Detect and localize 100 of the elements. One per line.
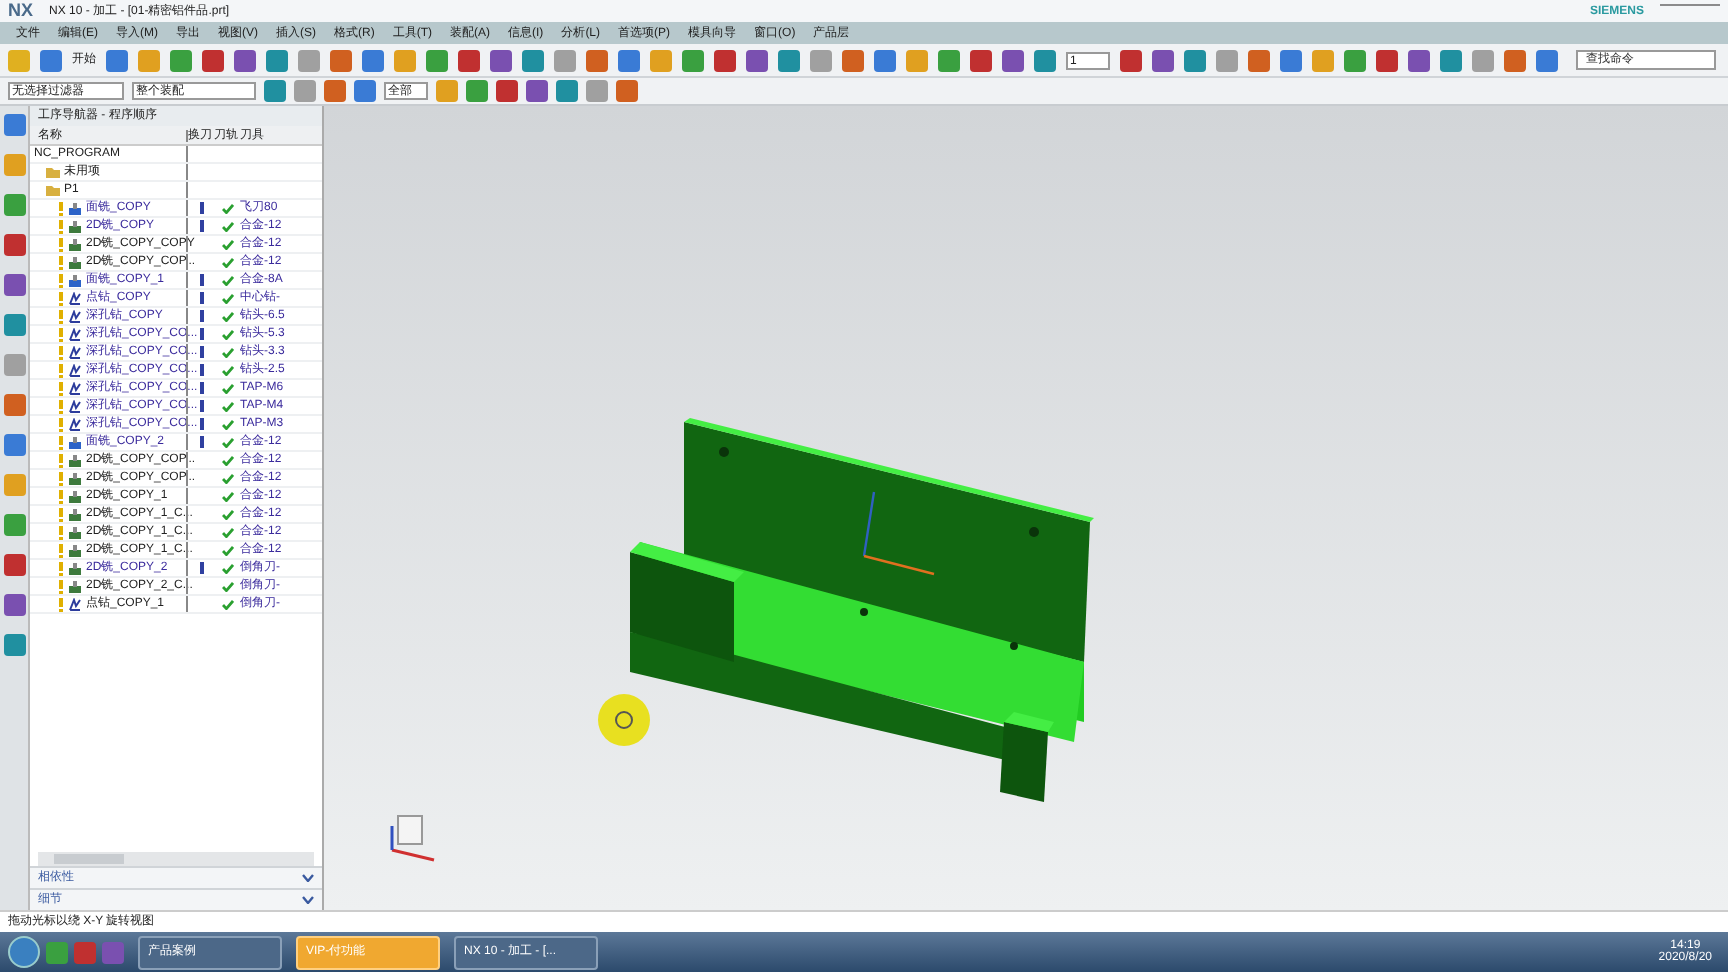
tool-icon[interactable] <box>1280 49 1302 71</box>
tool-icon[interactable] <box>714 49 736 71</box>
tool-icon[interactable] <box>106 49 128 71</box>
tool-change-marker <box>199 346 203 358</box>
tool-icon[interactable] <box>1344 49 1366 71</box>
drill-operation-icon <box>68 399 82 413</box>
planar-mill-icon <box>68 453 82 467</box>
tool-icon[interactable] <box>1440 49 1462 71</box>
tool-icon[interactable] <box>526 80 548 102</box>
planar-mill-icon <box>68 219 82 233</box>
tool-change-marker <box>199 202 203 214</box>
drill-operation-icon <box>68 363 82 377</box>
tool-change-marker <box>199 562 203 574</box>
tool-icon[interactable] <box>1216 49 1238 71</box>
tool-icon[interactable] <box>1184 49 1206 71</box>
tool-icon[interactable] <box>3 594 25 616</box>
tool-icon[interactable] <box>616 80 638 102</box>
drill-operation-icon <box>68 327 82 341</box>
tool-icon[interactable] <box>3 114 25 136</box>
axis-triad-icon <box>390 815 435 862</box>
tool-icon[interactable] <box>3 394 25 416</box>
graphics-viewport[interactable] <box>324 106 1728 910</box>
tool-icon[interactable] <box>586 49 608 71</box>
tool-icon[interactable] <box>938 49 960 71</box>
tool-icon[interactable] <box>330 49 352 71</box>
nx-logo: NX <box>8 2 34 20</box>
tool-icon[interactable] <box>3 194 25 216</box>
drill-operation-icon <box>68 381 82 395</box>
warning-icon <box>58 201 64 215</box>
tool-icon[interactable] <box>1034 49 1056 71</box>
tool-icon[interactable] <box>1504 49 1526 71</box>
warning-icon <box>58 327 64 341</box>
warning-icon <box>58 219 64 233</box>
tool-icon[interactable] <box>458 49 480 71</box>
tool-icon[interactable] <box>1120 49 1142 71</box>
warning-icon <box>58 255 64 269</box>
warning-icon <box>58 291 64 305</box>
planar-mill-icon <box>68 507 82 521</box>
tool-icon[interactable] <box>554 49 576 71</box>
tool-icon[interactable] <box>3 634 25 656</box>
planar-mill-icon <box>68 471 82 485</box>
tool-icon[interactable] <box>170 49 192 71</box>
tool-icon[interactable] <box>3 434 25 456</box>
tool-icon[interactable] <box>264 80 286 102</box>
tool-icon[interactable] <box>810 49 832 71</box>
tool-icon[interactable] <box>40 49 62 71</box>
tool-icon[interactable] <box>1472 49 1494 71</box>
planar-mill-icon <box>68 489 82 503</box>
tool-icon[interactable] <box>522 49 544 71</box>
tool-icon[interactable] <box>362 49 384 71</box>
tool-change-marker <box>199 274 203 286</box>
warning-icon <box>58 561 64 575</box>
tool-icon[interactable] <box>3 234 25 256</box>
tool-icon[interactable] <box>3 514 25 536</box>
tool-icon[interactable] <box>970 49 992 71</box>
tool-icon[interactable] <box>746 49 768 71</box>
tool-icon[interactable] <box>354 80 376 102</box>
warning-icon <box>58 525 64 539</box>
tool-icon[interactable] <box>466 80 488 102</box>
warning-icon <box>58 453 64 467</box>
tool-icon[interactable] <box>324 80 346 102</box>
start-orb-icon[interactable] <box>8 936 40 968</box>
warning-icon <box>58 273 64 287</box>
tool-icon[interactable] <box>496 80 518 102</box>
tool-icon[interactable] <box>1408 49 1430 71</box>
tool-icon[interactable] <box>1002 49 1024 71</box>
tool-icon[interactable] <box>1152 49 1174 71</box>
tool-change-marker <box>199 220 203 232</box>
warning-icon <box>58 543 64 557</box>
face-mill-icon <box>68 201 82 215</box>
drill-operation-icon <box>68 417 82 431</box>
tool-icon[interactable] <box>1376 49 1398 71</box>
tool-icon[interactable] <box>426 49 448 71</box>
warning-icon <box>58 309 64 323</box>
tool-icon[interactable] <box>618 49 640 71</box>
tool-icon[interactable] <box>682 49 704 71</box>
horizontal-scrollbar[interactable] <box>38 852 314 866</box>
tool-icon[interactable] <box>3 554 25 576</box>
tool-icon[interactable] <box>3 314 25 336</box>
chevron-icon <box>302 874 314 882</box>
tool-change-marker <box>199 292 203 304</box>
tool-icon[interactable] <box>556 80 578 102</box>
tool-change-marker <box>199 436 203 448</box>
tool-icon[interactable] <box>778 49 800 71</box>
warning-icon <box>58 345 64 359</box>
tool-icon[interactable] <box>1248 49 1270 71</box>
tool-icon[interactable] <box>1536 49 1558 71</box>
drill-operation-icon <box>68 345 82 359</box>
tool-icon[interactable] <box>234 49 256 71</box>
tool-icon[interactable] <box>874 49 896 71</box>
tool-icon[interactable] <box>842 49 864 71</box>
planar-mill-icon <box>68 237 82 251</box>
planar-mill-icon <box>68 543 82 557</box>
tool-icon[interactable] <box>298 49 320 71</box>
warning-icon <box>58 471 64 485</box>
tool-icon[interactable] <box>202 49 224 71</box>
tool-icon[interactable] <box>490 49 512 71</box>
tool-icon[interactable] <box>266 49 288 71</box>
tool-icon[interactable] <box>3 274 25 296</box>
planar-mill-icon <box>68 561 82 575</box>
